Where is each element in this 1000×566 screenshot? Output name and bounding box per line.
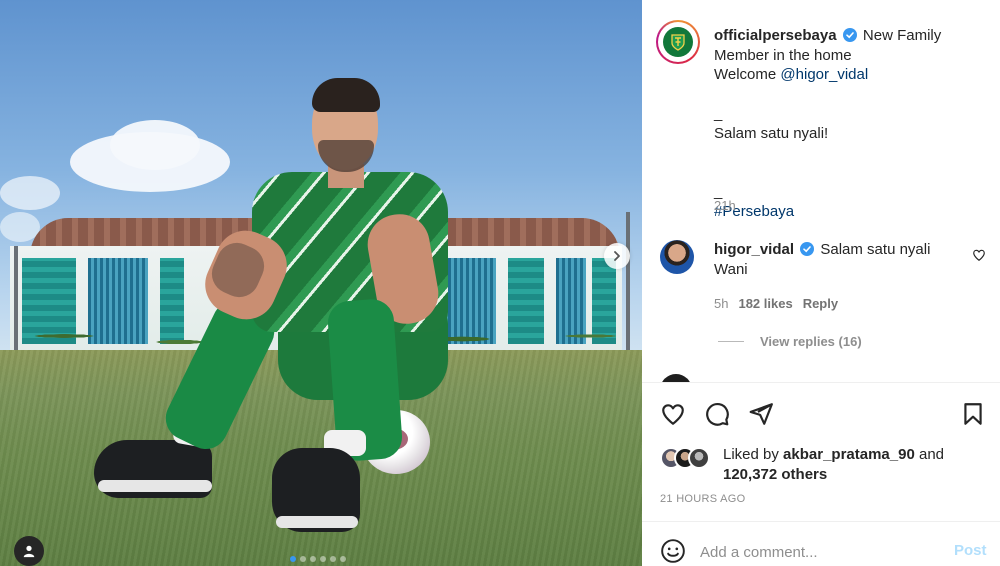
post-media[interactable] [0, 0, 642, 566]
cloud [110, 120, 200, 170]
carousel-dot [320, 556, 326, 562]
avatar-inner [658, 22, 698, 62]
likes-prefix: Liked by [723, 446, 779, 463]
next-slide-button[interactable] [604, 243, 630, 269]
commenter-username[interactable]: higor_vidal [714, 241, 794, 258]
commenter-avatar[interactable] [660, 240, 694, 274]
comment-likes[interactable]: 182 likes [738, 296, 792, 311]
user-tag-button[interactable] [14, 536, 44, 566]
comment-reply-button[interactable]: Reply [803, 296, 838, 311]
account-avatar[interactable] [656, 20, 700, 64]
caption-separator: _ [714, 105, 723, 122]
carousel-dot [290, 556, 296, 562]
hair [312, 78, 380, 112]
carousel-dot [330, 556, 336, 562]
verified-icon [842, 28, 857, 42]
emoji-icon[interactable] [660, 538, 686, 564]
comment-like-icon[interactable] [972, 248, 986, 262]
view-replies-button[interactable]: View replies (16) [718, 334, 862, 349]
comment-body: higor_vidal Salam satu nyali Wani [714, 240, 964, 279]
comment-input[interactable] [700, 540, 938, 564]
view-replies-label: View replies (16) [760, 334, 862, 349]
club-crest-icon [671, 34, 685, 51]
post-comment-button[interactable]: Post [954, 542, 987, 559]
caption-line: Member in the home [714, 46, 852, 64]
likes-connector: and [918, 446, 945, 463]
post-caption: officialpersebaya New Family Member in t… [714, 26, 974, 221]
carousel-dot [310, 556, 316, 562]
cloud [0, 176, 60, 210]
heart-icon[interactable] [660, 401, 686, 427]
carousel-dot [340, 556, 346, 562]
likes-count[interactable]: 120,372 others [723, 466, 827, 483]
verified-icon [800, 242, 815, 256]
likes-text: Liked by akbar_pratama_90 and 120,372 ot… [723, 445, 983, 484]
comment-meta: 5h 182 likes Reply [714, 296, 838, 311]
liker-username[interactable]: akbar_pratama_90 [783, 446, 915, 463]
bookmark-icon[interactable] [960, 401, 986, 427]
account-username[interactable]: officialpersebaya [714, 27, 837, 44]
post-actions: Liked by akbar_pratama_90 and 120,372 ot… [642, 382, 1000, 566]
club-logo [663, 27, 693, 57]
caption-line: New Family [862, 27, 942, 44]
replies-divider [718, 341, 744, 342]
comment-icon[interactable] [704, 401, 730, 427]
user-tag-icon [23, 545, 35, 558]
caption-salam: Salam satu nyali! [714, 124, 829, 142]
share-icon[interactable] [748, 401, 774, 427]
shoe-sole [276, 516, 358, 528]
shoe-sole [98, 480, 212, 492]
caption-line: Welcome [714, 66, 781, 83]
liker-avatars[interactable] [660, 447, 716, 469]
comment-age[interactable]: 5h [714, 296, 728, 311]
next-commenter-avatar[interactable] [660, 374, 692, 382]
liker-avatar [688, 447, 710, 469]
comment-composer: Post [642, 521, 1000, 566]
post-age[interactable]: 21h [714, 198, 736, 213]
chevron-right-icon [614, 251, 620, 261]
post-side-panel: officialpersebaya New Family Member in t… [642, 0, 1000, 566]
caption-mention-link[interactable]: @higor_vidal [780, 66, 868, 83]
carousel-indicator [290, 556, 346, 562]
post-timestamp[interactable]: 21 HOURS AGO [660, 493, 746, 505]
comments-scroll-area[interactable]: officialpersebaya New Family Member in t… [642, 0, 1000, 382]
beard [318, 140, 374, 172]
carousel-dot [300, 556, 306, 562]
